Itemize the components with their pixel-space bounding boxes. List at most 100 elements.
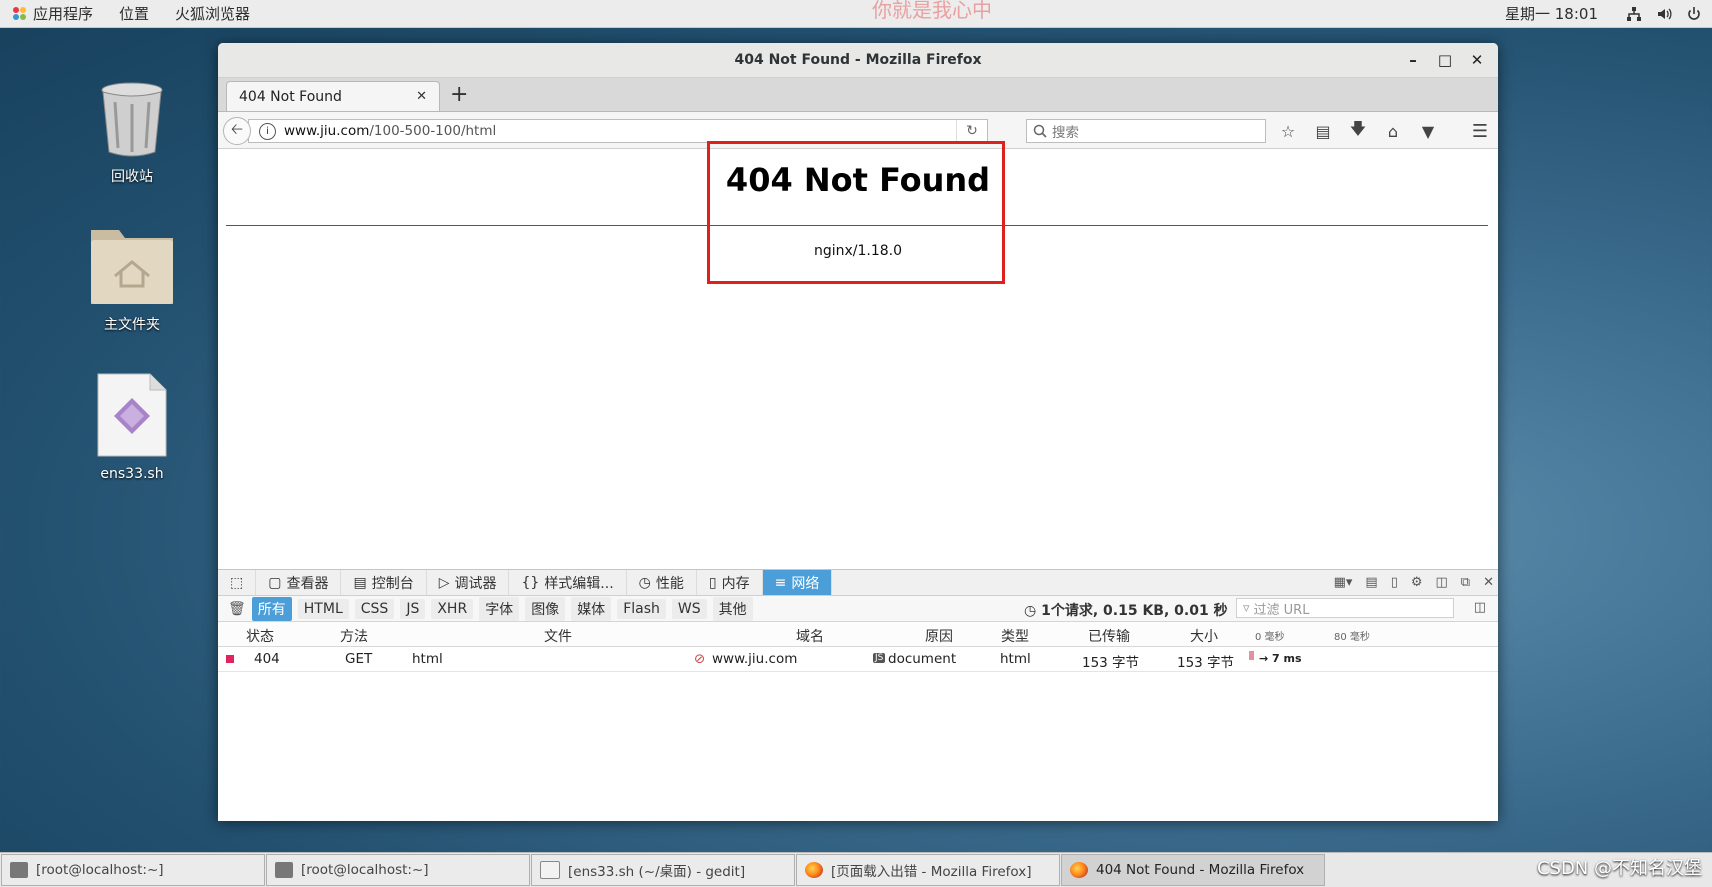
taskbar-item-firefox-error[interactable]: [页面载入出错 - Mozilla Firefox] bbox=[796, 854, 1060, 886]
site-info-icon[interactable]: i bbox=[259, 122, 276, 140]
cell-timing: → 7 ms bbox=[1259, 652, 1302, 665]
clear-trash-icon[interactable]: 🗑 bbox=[228, 601, 246, 617]
toggle-sidebar-icon[interactable]: ◫ bbox=[1474, 600, 1486, 615]
url-filter-input[interactable]: ▿ 过滤 URL bbox=[1236, 598, 1454, 618]
filter-media[interactable]: 媒体 bbox=[571, 596, 612, 621]
tab-title: 404 Not Found bbox=[239, 88, 342, 105]
close-window-button[interactable]: ✕ bbox=[1466, 49, 1488, 71]
insecure-lock-icon: ⊘ bbox=[694, 651, 706, 667]
filter-flash[interactable]: Flash bbox=[617, 598, 666, 619]
taskbar-item-firefox-404[interactable]: 404 Not Found - Mozilla Firefox bbox=[1061, 854, 1325, 886]
cell-size: 153 字节 bbox=[1177, 655, 1235, 671]
waterfall-bar bbox=[1249, 651, 1254, 660]
cell-type: html bbox=[1000, 651, 1031, 667]
element-picker-icon[interactable]: ⬚ bbox=[218, 570, 257, 595]
pocket-icon[interactable]: ▼ bbox=[1418, 122, 1438, 141]
downloads-icon[interactable]: 🡇 bbox=[1348, 118, 1368, 145]
tab-inspector[interactable]: ▢ 查看器 bbox=[256, 570, 342, 595]
cell-domain: www.jiu.com bbox=[712, 651, 798, 667]
applications-menu[interactable]: 应用程序 bbox=[0, 3, 106, 24]
performance-analysis-icon[interactable]: ◷ bbox=[1024, 603, 1036, 619]
col-method[interactable]: 方法 bbox=[340, 626, 368, 646]
clock[interactable]: 星期一 18:01 bbox=[1505, 3, 1598, 24]
filter-funnel-icon: ▿ bbox=[1243, 600, 1250, 616]
col-waterfall-0: 0 毫秒 bbox=[1255, 632, 1285, 643]
col-file[interactable]: 文件 bbox=[544, 626, 572, 646]
undock-icon[interactable]: ⧉ bbox=[1461, 575, 1470, 590]
filter-all[interactable]: 所有 bbox=[251, 596, 292, 621]
devtools-panel: ⬚ ▢ 查看器 ▤ 控制台 ▷ 调试器 {} 样式编辑... ◷ 性能 ▯ 内存 ≡ 网络 ▦… bbox=[218, 569, 1498, 821]
home-icon[interactable]: ⌂ bbox=[1383, 122, 1403, 141]
responsive-design-icon[interactable]: ▯ bbox=[1391, 575, 1398, 590]
cell-method: GET bbox=[345, 651, 373, 667]
back-button[interactable]: 🡠 bbox=[223, 117, 251, 145]
window-title: 404 Not Found - Mozilla Firefox bbox=[734, 52, 982, 68]
col-transferred[interactable]: 已传输 bbox=[1088, 626, 1130, 646]
tab-label: 查看器 bbox=[286, 575, 329, 592]
maximize-button[interactable]: □ bbox=[1434, 49, 1456, 71]
hamburger-menu-icon[interactable]: ☰ bbox=[1472, 121, 1488, 142]
desktop-icon-script[interactable]: ens33.sh bbox=[72, 372, 192, 482]
volume-icon[interactable] bbox=[1656, 6, 1672, 22]
filter-fonts[interactable]: 字体 bbox=[479, 596, 520, 621]
bookmarks-list-icon[interactable]: ▤ bbox=[1313, 122, 1333, 141]
places-menu[interactable]: 位置 bbox=[106, 3, 162, 24]
browser-tab[interactable]: 404 Not Found ✕ bbox=[226, 81, 440, 111]
reload-icon[interactable]: ↻ bbox=[956, 120, 987, 142]
search-icon bbox=[1033, 124, 1047, 138]
power-icon[interactable] bbox=[1686, 6, 1702, 22]
tab-label: 调试器 bbox=[454, 575, 497, 592]
filter-css[interactable]: CSS bbox=[354, 598, 395, 619]
table-row[interactable]: 404 GET html ⊘ www.jiu.com JS document h… bbox=[218, 647, 1498, 672]
status-error-dot-icon bbox=[226, 655, 234, 663]
url-bar[interactable]: i www.jiu.com/100-500-100/html ↻ bbox=[248, 119, 988, 143]
taskbar-label: [ens33.sh (~/桌面) - gedit] bbox=[568, 864, 746, 880]
col-status[interactable]: 状态 bbox=[246, 626, 274, 646]
tab-debugger[interactable]: ▷ 调试器 bbox=[427, 570, 510, 595]
col-cause[interactable]: 原因 bbox=[925, 626, 953, 646]
tab-memory[interactable]: ▯ 内存 bbox=[697, 570, 763, 595]
col-size[interactable]: 大小 bbox=[1190, 626, 1218, 646]
desktop-icon-trash[interactable]: 回收站 bbox=[72, 80, 192, 186]
new-tab-button[interactable]: + bbox=[450, 82, 468, 107]
filter-xhr[interactable]: XHR bbox=[431, 598, 474, 619]
tab-performance[interactable]: ◷ 性能 bbox=[627, 570, 697, 595]
taskbar-item-terminal-1[interactable]: [root@localhost:~] bbox=[1, 854, 265, 886]
window-titlebar[interactable]: 404 Not Found - Mozilla Firefox – □ ✕ bbox=[218, 43, 1498, 78]
network-filter-bar: 🗑 所有 HTML CSS JS XHR 字体 图像 媒体 Flash WS 其… bbox=[218, 596, 1498, 622]
tab-style-editor[interactable]: {} 样式编辑... bbox=[509, 570, 627, 595]
close-tab-icon[interactable]: ✕ bbox=[416, 89, 427, 104]
layout-icon[interactable]: ▦▾ bbox=[1334, 575, 1353, 590]
dock-side-icon[interactable]: ◫ bbox=[1436, 575, 1448, 590]
annotation-highlight-box bbox=[707, 141, 1005, 284]
filter-other[interactable]: 其他 bbox=[712, 596, 753, 621]
tab-network[interactable]: ≡ 网络 bbox=[762, 570, 833, 595]
taskbar-item-gedit[interactable]: [ens33.sh (~/桌面) - gedit] bbox=[531, 854, 795, 886]
settings-gear-icon[interactable]: ⚙ bbox=[1411, 575, 1423, 590]
devtools-tabbar: ⬚ ▢ 查看器 ▤ 控制台 ▷ 调试器 {} 样式编辑... ◷ 性能 ▯ 内存 ≡ 网络 ▦… bbox=[218, 570, 1498, 596]
firefox-menu[interactable]: 火狐浏览器 bbox=[162, 3, 263, 24]
cell-transferred: 153 字节 bbox=[1082, 655, 1140, 671]
filter-html[interactable]: HTML bbox=[297, 598, 349, 619]
style-editor-icon: {} bbox=[521, 574, 540, 591]
inspector-icon: ▢ bbox=[268, 574, 282, 591]
csdn-watermark: CSDN @不知名汉堡 bbox=[1536, 858, 1702, 879]
filter-js[interactable]: JS bbox=[400, 598, 426, 619]
minimize-button[interactable]: – bbox=[1402, 49, 1424, 71]
bookmark-star-icon[interactable]: ☆ bbox=[1278, 122, 1298, 141]
network-icon[interactable] bbox=[1626, 6, 1642, 22]
home-folder-icon bbox=[91, 230, 173, 304]
filter-ws[interactable]: WS bbox=[671, 598, 707, 619]
col-domain[interactable]: 域名 bbox=[796, 626, 824, 646]
desktop-icon-home[interactable]: 主文件夹 bbox=[72, 222, 192, 334]
split-console-icon[interactable]: ▤ bbox=[1365, 575, 1377, 590]
tab-console[interactable]: ▤ 控制台 bbox=[341, 570, 427, 595]
tab-label: 样式编辑... bbox=[544, 575, 614, 592]
search-input[interactable]: 搜索 bbox=[1026, 119, 1266, 143]
filter-images[interactable]: 图像 bbox=[525, 596, 566, 621]
tab-label: 内存 bbox=[721, 575, 750, 592]
close-devtools-icon[interactable]: ✕ bbox=[1483, 575, 1494, 590]
debugger-icon: ▷ bbox=[438, 574, 450, 591]
taskbar-item-terminal-2[interactable]: [root@localhost:~] bbox=[266, 854, 530, 886]
col-type[interactable]: 类型 bbox=[1001, 626, 1029, 646]
